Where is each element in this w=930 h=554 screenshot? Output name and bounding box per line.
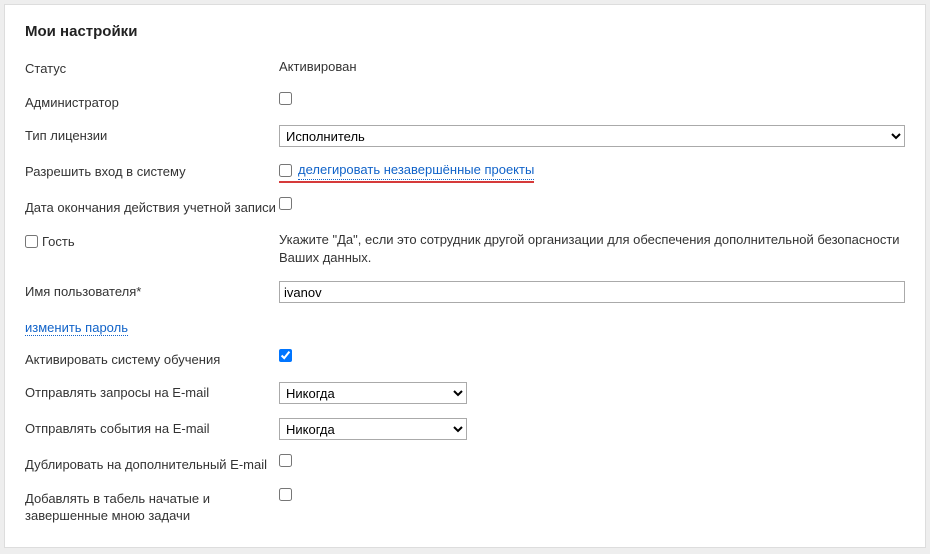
row-guest: Гость Укажите "Да", если это сотрудник д…	[25, 231, 905, 267]
label-guest: Гость	[42, 233, 75, 251]
value-status: Активирован	[279, 58, 357, 76]
label-email-requests: Отправлять запросы на E-mail	[25, 382, 279, 402]
row-allow-login: Разрешить вход в систему делегировать не…	[25, 161, 905, 183]
label-username: Имя пользователя*	[25, 281, 279, 301]
label-allow-login: Разрешить вход в систему	[25, 161, 279, 181]
row-email-requests: Отправлять запросы на E-mail Никогда	[25, 382, 905, 404]
row-add-to-timesheet: Добавлять в табель начатые и завершенные…	[25, 488, 905, 525]
checkbox-duplicate-email[interactable]	[279, 454, 292, 467]
label-activate-learning: Активировать систему обучения	[25, 349, 279, 369]
label-admin: Администратор	[25, 92, 279, 112]
row-username: Имя пользователя*	[25, 281, 905, 303]
delegate-highlight: делегировать незавершённые проекты	[279, 161, 534, 183]
row-admin: Администратор	[25, 92, 905, 112]
row-email-events: Отправлять события на E-mail Никогда	[25, 418, 905, 440]
row-account-end: Дата окончания действия учетной записи	[25, 197, 905, 217]
select-license-type[interactable]: Исполнитель	[279, 125, 905, 147]
link-change-password[interactable]: изменить пароль	[25, 320, 128, 336]
label-email-events: Отправлять события на E-mail	[25, 418, 279, 438]
row-license-type: Тип лицензии Исполнитель	[25, 125, 905, 147]
checkbox-admin[interactable]	[279, 92, 292, 105]
checkbox-activate-learning[interactable]	[279, 349, 292, 362]
label-account-end: Дата окончания действия учетной записи	[25, 197, 279, 217]
select-email-events[interactable]: Никогда	[279, 418, 467, 440]
select-email-requests[interactable]: Никогда	[279, 382, 467, 404]
row-change-password: изменить пароль	[25, 317, 905, 337]
input-username[interactable]	[279, 281, 905, 303]
label-add-to-timesheet: Добавлять в табель начатые и завершенные…	[25, 488, 279, 525]
row-status: Статус Активирован	[25, 58, 905, 78]
link-delegate-projects[interactable]: делегировать незавершённые проекты	[298, 161, 534, 180]
label-duplicate-email: Дублировать на дополнительный E-mail	[25, 454, 279, 474]
panel-title: Мои настройки	[25, 23, 905, 40]
checkbox-add-to-timesheet[interactable]	[279, 488, 292, 501]
checkbox-guest[interactable]	[25, 235, 38, 248]
settings-panel: Мои настройки Статус Активирован Админис…	[4, 4, 926, 548]
checkbox-allow-login[interactable]	[279, 164, 292, 177]
checkbox-account-end[interactable]	[279, 197, 292, 210]
label-license-type: Тип лицензии	[25, 125, 279, 145]
row-activate-learning: Активировать систему обучения	[25, 349, 905, 369]
label-status: Статус	[25, 58, 279, 78]
hint-guest: Укажите "Да", если это сотрудник другой …	[279, 231, 905, 267]
row-duplicate-email: Дублировать на дополнительный E-mail	[25, 454, 905, 474]
